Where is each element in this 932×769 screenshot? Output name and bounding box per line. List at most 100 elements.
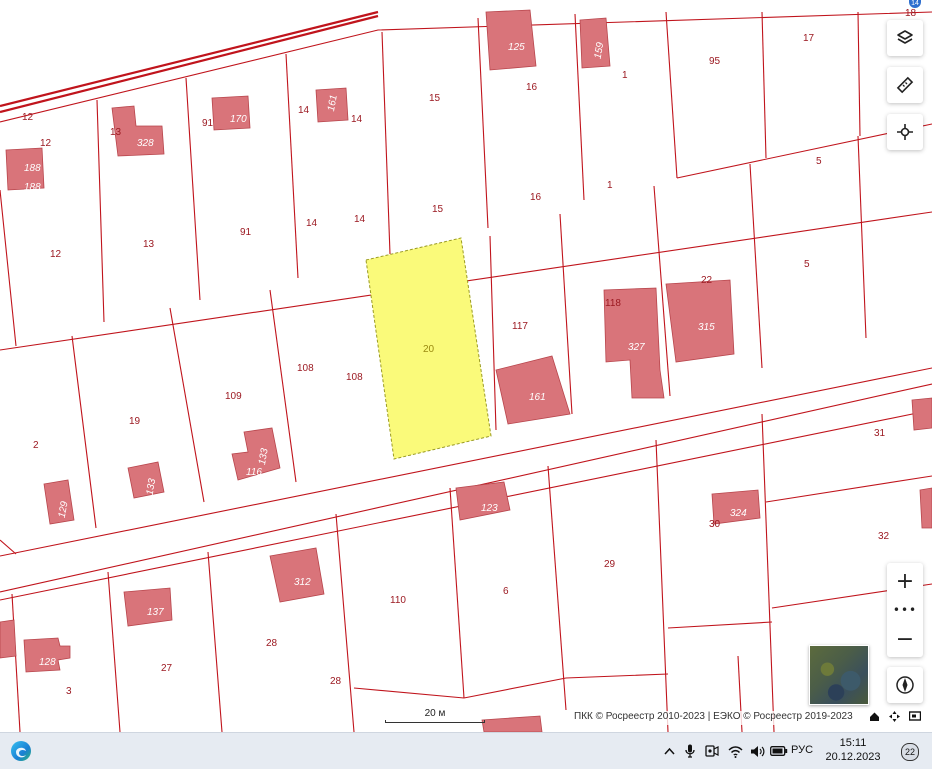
building-label: 137 xyxy=(147,607,164,618)
parcel-boundary[interactable] xyxy=(71,335,97,529)
move-icon[interactable] xyxy=(889,711,901,723)
parcel-label: 95 xyxy=(709,56,721,67)
parcel-boundary[interactable] xyxy=(285,53,299,279)
building[interactable] xyxy=(455,481,511,521)
crosshair-icon xyxy=(897,124,913,140)
parcel-boundary[interactable] xyxy=(0,189,17,347)
parcel-boundary[interactable] xyxy=(185,77,201,301)
building[interactable] xyxy=(911,397,932,431)
building-label: 170 xyxy=(230,114,247,125)
camera-icon[interactable] xyxy=(704,742,720,760)
location-button[interactable] xyxy=(887,114,923,150)
building[interactable] xyxy=(919,487,932,529)
parcel-boundary[interactable] xyxy=(489,235,497,431)
battery-icon[interactable] xyxy=(770,742,788,760)
building[interactable] xyxy=(481,715,543,732)
parcel-label: 28 xyxy=(266,638,278,649)
building[interactable] xyxy=(0,619,17,659)
notification-count: 22 xyxy=(901,743,919,761)
parcel-label: 5 xyxy=(804,259,810,270)
parcel-label: 31 xyxy=(874,428,886,439)
parcel-boundary[interactable] xyxy=(335,513,355,732)
chevron-up-icon[interactable] xyxy=(662,742,676,760)
zoom-controls: + ••• − xyxy=(887,563,923,657)
parcel-boundary[interactable] xyxy=(765,475,932,503)
compass-button[interactable] xyxy=(887,667,923,703)
building[interactable] xyxy=(665,279,735,363)
parcel-label: 12 xyxy=(40,138,52,149)
notification-center-button[interactable]: 22 xyxy=(898,740,920,762)
home-icon[interactable] xyxy=(869,711,881,723)
ruler-icon xyxy=(896,76,914,94)
parcel-label: 118 xyxy=(605,298,621,309)
parcel-boundary[interactable] xyxy=(477,17,489,229)
parcel-label: 19 xyxy=(129,416,141,427)
screen-icon[interactable] xyxy=(908,711,922,723)
compass-icon xyxy=(896,676,914,694)
parcel-label: 28 xyxy=(330,676,342,687)
parcel-label: 14 xyxy=(298,105,310,116)
parcel-label: 5 xyxy=(816,156,822,167)
parcel-boundary[interactable] xyxy=(857,135,867,339)
parcel-boundary[interactable] xyxy=(107,571,121,732)
parcel-label: 108 xyxy=(297,363,314,374)
wifi-icon[interactable] xyxy=(727,742,743,760)
ruler-button[interactable] xyxy=(887,67,923,103)
building-label: 123 xyxy=(481,503,498,514)
parcel-boundary[interactable] xyxy=(0,11,932,123)
layers-button[interactable] xyxy=(887,20,923,56)
parcel-boundary[interactable] xyxy=(749,163,763,369)
parcel-boundary[interactable] xyxy=(96,99,105,323)
edge-browser-icon[interactable] xyxy=(10,740,32,762)
parcel-label: 1 xyxy=(607,180,613,191)
selected-parcel-label: 20 xyxy=(423,344,435,355)
satellite-minimap[interactable] xyxy=(809,645,869,705)
parcel-boundary[interactable] xyxy=(169,307,205,503)
parcel-label: 12 xyxy=(50,249,62,260)
parcel-label: 14 xyxy=(351,114,363,125)
building-label: 315 xyxy=(698,322,715,333)
scale-label: 20 м xyxy=(424,708,446,719)
building[interactable] xyxy=(269,547,325,603)
parcel-label: 18 xyxy=(905,8,917,19)
parcel-label: 22 xyxy=(701,275,713,286)
parcel-boundary[interactable] xyxy=(0,539,17,555)
building-label: 324 xyxy=(730,508,747,519)
clock-date: 20.12.2023 xyxy=(825,751,881,763)
language-indicator[interactable]: РУС xyxy=(791,744,813,756)
scale-bar: 20 м xyxy=(385,708,485,723)
parcel-label: 15 xyxy=(432,204,444,215)
parcel-boundary[interactable] xyxy=(11,593,21,732)
parcel-boundary[interactable] xyxy=(655,439,669,732)
parcel-label: 14 xyxy=(354,214,366,225)
parcel-label: 30 xyxy=(709,519,721,530)
more-button[interactable]: ••• xyxy=(887,601,923,619)
speaker-icon[interactable] xyxy=(749,742,765,760)
building-label: 161 xyxy=(529,392,546,403)
cadastral-map[interactable]: 20 12 12 12 13 13 91 91 14 14 14 14 15 1… xyxy=(0,0,932,732)
parcel-boundary[interactable] xyxy=(761,11,767,159)
parcel-boundary[interactable] xyxy=(547,465,567,711)
parcel-label: 1 xyxy=(622,70,628,81)
parcel-boundary[interactable] xyxy=(207,551,223,732)
parcel-boundary[interactable] xyxy=(667,621,773,629)
parcel-label: 32 xyxy=(878,531,890,542)
parcel-label: 6 xyxy=(503,586,509,597)
parcel-boundary[interactable] xyxy=(559,213,573,415)
building[interactable] xyxy=(495,355,571,425)
parcel-boundary[interactable] xyxy=(761,413,775,732)
clock[interactable]: 15:11 20.12.2023 xyxy=(824,736,882,764)
building-label: 327 xyxy=(628,342,645,353)
parcel-label: 109 xyxy=(225,391,242,402)
parcel-boundary[interactable] xyxy=(857,11,861,137)
parcel-boundary[interactable] xyxy=(665,11,678,179)
zoom-in-button[interactable]: + xyxy=(887,563,923,599)
building[interactable] xyxy=(485,9,537,71)
microphone-icon[interactable] xyxy=(683,742,697,760)
parcel-boundary[interactable] xyxy=(353,673,669,699)
zoom-out-button[interactable]: − xyxy=(887,621,923,657)
building-label: 125 xyxy=(508,42,525,53)
building-label: 116 xyxy=(246,467,262,478)
parcel-boundary[interactable] xyxy=(381,31,391,255)
map-canvas[interactable]: 20 12 12 12 13 13 91 91 14 14 14 14 15 1… xyxy=(0,0,932,732)
